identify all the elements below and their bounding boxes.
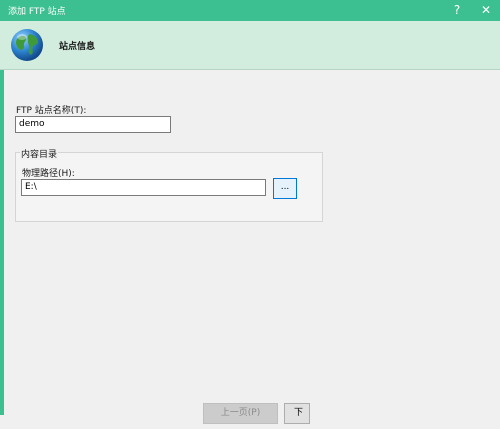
next-button[interactable]: 下 xyxy=(284,403,310,424)
title-bar: 添加 FTP 站点 ? ✕ xyxy=(0,0,500,21)
previous-button[interactable]: 上一页(P) xyxy=(203,403,278,424)
physical-path-label: 物理路径(H): xyxy=(22,169,75,179)
globe-icon xyxy=(11,29,43,61)
content-directory-label: 内容目录 xyxy=(20,147,59,160)
site-name-input[interactable]: demo xyxy=(15,116,171,133)
wizard-header: 站点信息 xyxy=(0,21,500,70)
physical-path-input[interactable]: E:\ xyxy=(21,179,266,196)
help-button[interactable]: ? xyxy=(447,1,467,20)
window-title: 添加 FTP 站点 xyxy=(8,7,66,17)
close-button[interactable]: ✕ xyxy=(475,1,497,20)
window-left-edge xyxy=(0,70,4,415)
site-name-label: FTP 站点名称(T): xyxy=(16,106,87,116)
page-heading: 站点信息 xyxy=(59,42,96,52)
browse-button[interactable]: ... xyxy=(273,178,297,199)
